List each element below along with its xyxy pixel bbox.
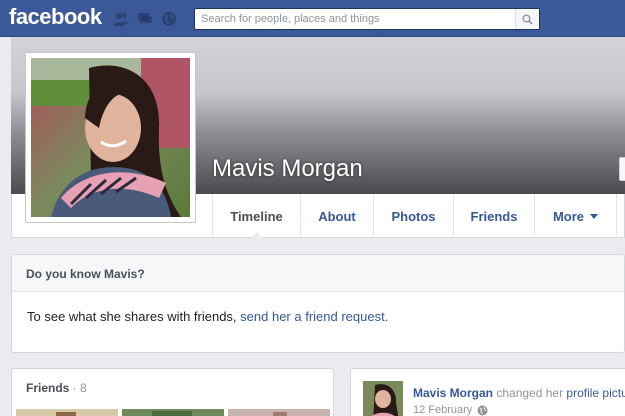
notifications-globe-icon[interactable] [160,10,178,28]
profile-picture-link[interactable]: profile pictu [566,386,625,400]
friends-separator: · [69,381,81,395]
tab-about-label: About [318,208,356,224]
friends-requests-icon[interactable] [112,10,130,28]
story-date[interactable]: 12 February [413,404,472,416]
jewel-icons [112,10,178,28]
friend-request-prompt: Do you know Mavis? To see what she share… [11,254,625,353]
tab-timeline[interactable]: Timeline [212,194,300,239]
story-meta: 12 February [413,404,488,416]
tab-more-label: More [552,208,585,224]
friends-count: 8 [80,381,87,395]
prompt-title: Do you know Mavis? [12,255,624,292]
friends-box: Friends · 8 [11,368,334,416]
friends-box-title[interactable]: Friends [26,381,69,395]
story-avatar[interactable] [363,381,403,416]
profile-picture [31,58,190,217]
friend-thumbnail[interactable] [122,409,224,416]
story-action: changed her [493,386,567,400]
tab-more[interactable]: More [534,194,617,238]
public-globe-icon [477,405,488,415]
prompt-text: To see what she shares with friends, [27,309,241,324]
story-actor-name[interactable]: Mavis Morgan [413,386,493,400]
profile-picture-frame[interactable] [25,52,196,223]
prompt-body: To see what she shares with friends, sen… [12,292,624,341]
top-navigation-bar: facebook [0,0,625,37]
tab-friends-label: Friends [470,208,518,224]
timeline-story: Mavis Morgan changed her profile pictu 1… [350,368,625,416]
friend-thumbnails [16,409,330,416]
friend-thumbnail[interactable] [228,409,330,416]
search-box [194,8,540,30]
tab-photos[interactable]: Photos [373,194,453,238]
cover-action-button[interactable] [619,157,625,181]
tab-about[interactable]: About [300,194,373,238]
profile-tabs: Timeline About Photos Friends More [212,194,617,239]
chevron-down-icon [590,213,599,219]
search-button[interactable] [515,9,539,29]
search-input[interactable] [195,9,515,29]
story-headline: Mavis Morgan changed her profile pictu [413,386,625,400]
tab-friends[interactable]: Friends [453,194,534,238]
tab-photos-label: Photos [391,208,436,224]
friends-box-header: Friends · 8 [12,369,333,407]
tab-timeline-label: Timeline [230,208,283,224]
send-friend-request-link[interactable]: send her a friend request. [240,309,388,324]
search-icon [522,14,533,25]
friend-thumbnail[interactable] [16,409,118,416]
messages-icon[interactable] [136,10,154,28]
profile-name[interactable]: Mavis Morgan [212,155,363,183]
facebook-logo[interactable]: facebook [9,4,102,30]
